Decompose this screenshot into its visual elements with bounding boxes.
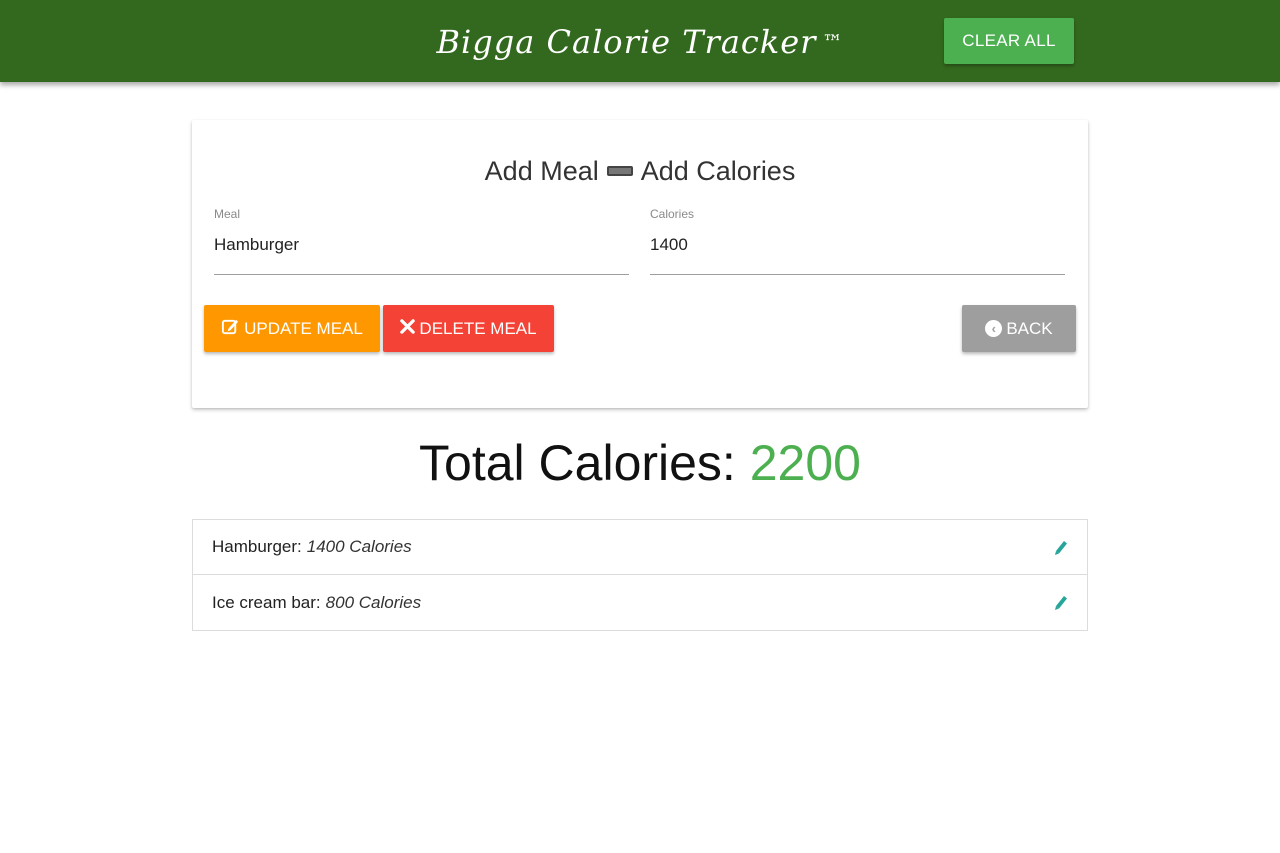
meal-name: Ice cream bar:	[212, 592, 321, 612]
meal-field: Meal	[214, 207, 629, 275]
calories-field: Calories	[650, 207, 1065, 275]
back-button[interactable]: ‹ BACK	[962, 305, 1076, 352]
close-icon	[400, 319, 416, 338]
clear-all-button[interactable]: CLEAR ALL	[944, 18, 1074, 64]
list-item: Ice cream bar: 800 Calories	[193, 575, 1087, 630]
meal-list: Hamburger: 1400 Calories Ice cream bar: …	[192, 519, 1088, 631]
pencil-icon[interactable]	[1053, 593, 1069, 611]
meal-form-card: Add Meal Add Calories Meal Calories UPDA…	[192, 120, 1088, 408]
meal-calories: 800 Calories	[325, 592, 422, 612]
trademark-symbol: ™	[822, 30, 844, 54]
calories-field-label: Calories	[650, 207, 695, 221]
total-calories: Total Calories: 2200	[0, 434, 1280, 492]
meal-name: Hamburger:	[212, 537, 302, 556]
form-title-calories: Add Calories	[640, 155, 796, 186]
brand-logo[interactable]: Bigga Calorie Tracker ™	[0, 20, 1280, 64]
meal-calories: 1400 Calories	[306, 537, 412, 556]
update-meal-button[interactable]: UPDATE MEAL	[204, 305, 380, 352]
calories-input[interactable]	[650, 235, 1065, 275]
delete-meal-label: DELETE MEAL	[419, 318, 537, 338]
pencil-icon[interactable]	[1053, 538, 1069, 556]
total-calories-label: Total Calories:	[419, 435, 736, 491]
delete-meal-button[interactable]: DELETE MEAL	[383, 305, 554, 352]
update-meal-label: UPDATE MEAL	[244, 318, 363, 338]
minus-icon	[606, 166, 633, 176]
meal-field-label: Meal	[214, 207, 241, 221]
brand-title: Bigga Calorie Tracker	[436, 23, 817, 61]
back-label: BACK	[1006, 318, 1053, 338]
navbar: Bigga Calorie Tracker ™ CLEAR ALL	[0, 0, 1280, 82]
chevron-left-circle-icon: ‹	[985, 320, 1003, 337]
list-item: Hamburger: 1400 Calories	[193, 520, 1087, 575]
form-title: Add Meal Add Calories	[192, 153, 1088, 189]
form-title-meal: Add Meal	[484, 155, 599, 186]
edit-icon	[221, 317, 240, 340]
total-calories-value: 2200	[749, 435, 861, 491]
meal-input[interactable]	[214, 235, 629, 275]
